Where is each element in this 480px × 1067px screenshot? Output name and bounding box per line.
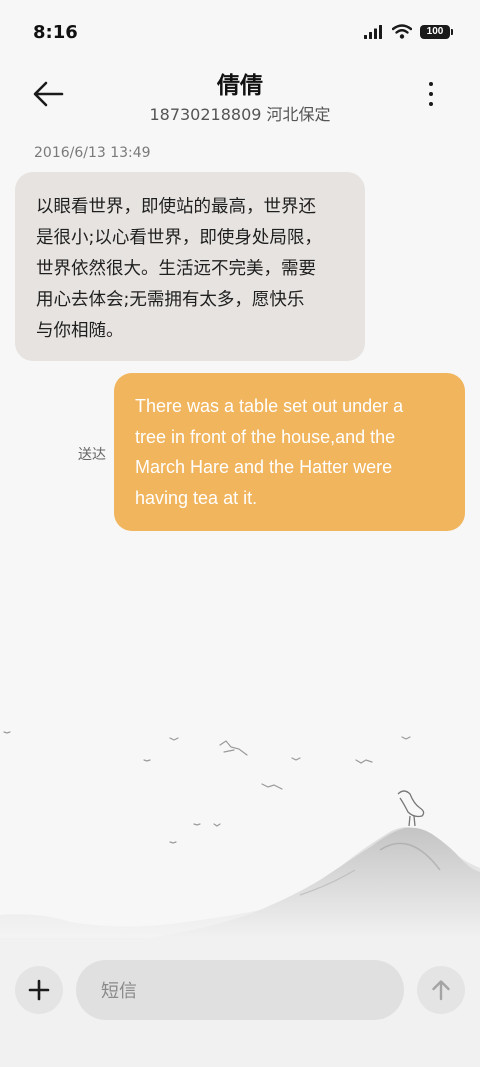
battery-level: 100 [426, 26, 444, 37]
add-attachment-button[interactable] [15, 966, 63, 1014]
message-line: 与你相随。 [36, 321, 124, 341]
message-line: 以眼看世界，即使站的最高，世界还 [36, 197, 316, 217]
status-icons: 100 [364, 24, 453, 39]
send-button[interactable] [417, 966, 465, 1014]
message-line: March Hare and the Hatter were [135, 457, 393, 477]
outgoing-message-bubble[interactable]: There was a table set out under a tree i… [114, 373, 465, 531]
crane-icon [397, 790, 425, 827]
message-line: 是很小;以心看世界，即使身处局限， [36, 228, 322, 248]
status-time: 8:16 [33, 22, 78, 43]
more-vertical-icon [429, 82, 433, 86]
message-timestamp: 2016/6/13 13:49 [34, 145, 151, 161]
message-line: 用心去体会;无需拥有太多，愿快乐 [36, 290, 305, 310]
plus-icon [28, 979, 50, 1001]
contact-subtitle: 18730218809 河北保定 [149, 105, 331, 124]
battery-icon: 100 [420, 24, 453, 39]
arrow-up-icon [432, 980, 450, 1001]
message-line: 世界依然很大。生活远不完美，需要 [36, 259, 316, 279]
message-line: There was a table set out under a [135, 396, 404, 416]
contact-name: 倩倩 [217, 73, 263, 99]
message-line: having tea at it. [135, 487, 258, 508]
ink-landscape-illustration [0, 731, 480, 940]
more-options-button[interactable] [416, 78, 446, 110]
birds-icon [3, 731, 411, 844]
message-line: tree in front of the house,and the [135, 426, 396, 447]
message-input[interactable]: 短信 [76, 960, 404, 1020]
status-bar: 8:16 100 [0, 0, 480, 66]
incoming-message-bubble[interactable]: 以眼看世界，即使站的最高，世界还 是很小;以心看世界，即使身处局限， 世界依然很… [15, 172, 365, 361]
message-input-placeholder: 短信 [101, 981, 137, 1002]
delivery-status: 送达 [78, 447, 106, 463]
signal-icon [364, 24, 382, 39]
wifi-icon [392, 24, 412, 39]
